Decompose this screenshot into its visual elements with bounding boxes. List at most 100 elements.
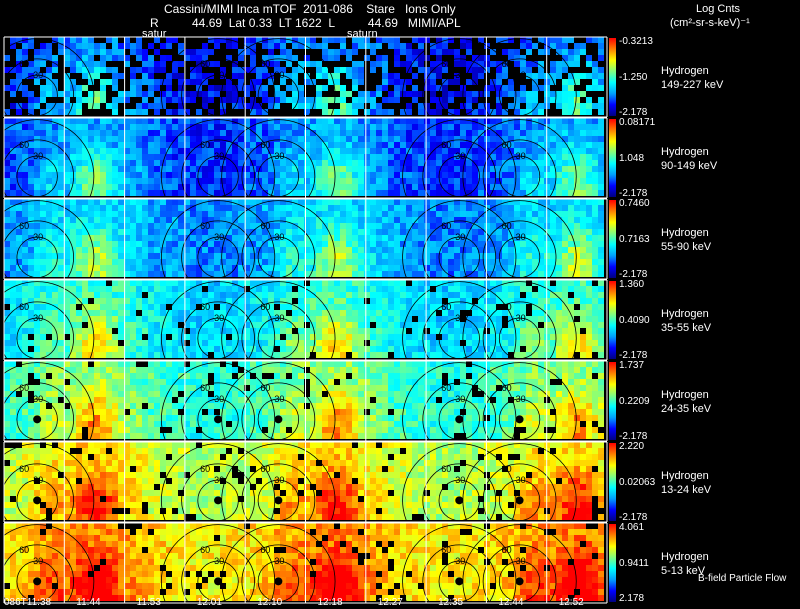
heatmap-cell bbox=[250, 304, 256, 310]
heatmap-cell bbox=[214, 259, 220, 265]
heatmap-cell bbox=[562, 199, 568, 205]
heatmap-cell bbox=[388, 142, 394, 148]
heatmap-cell bbox=[358, 199, 364, 205]
heatmap-cell bbox=[364, 43, 370, 49]
heatmap-cell bbox=[154, 205, 160, 211]
heatmap-cell bbox=[598, 247, 604, 253]
heatmap-cell bbox=[592, 247, 598, 253]
heatmap-cell bbox=[442, 286, 448, 292]
heatmap-cell bbox=[262, 211, 268, 217]
heatmap-cell bbox=[64, 265, 70, 271]
heatmap-cell bbox=[172, 316, 178, 322]
heatmap-cell bbox=[22, 178, 28, 184]
heatmap-cell bbox=[160, 328, 166, 334]
heatmap-cell bbox=[490, 361, 496, 367]
heatmap-cell bbox=[484, 253, 490, 259]
heatmap-cell bbox=[292, 310, 298, 316]
heatmap-cell bbox=[94, 271, 100, 277]
heatmap-cell bbox=[328, 223, 334, 229]
heatmap-cell bbox=[4, 334, 10, 340]
heatmap-cell bbox=[46, 310, 52, 316]
heatmap-cell bbox=[190, 292, 196, 298]
heatmap-cell bbox=[526, 91, 532, 97]
heatmap-cell bbox=[430, 85, 436, 91]
heatmap-cell bbox=[466, 103, 472, 109]
heatmap-cell bbox=[430, 91, 436, 97]
heatmap-cell bbox=[94, 280, 100, 286]
heatmap-cell bbox=[160, 292, 166, 298]
heatmap-cell bbox=[4, 211, 10, 217]
heatmap-cell bbox=[520, 304, 526, 310]
heatmap-cell bbox=[562, 340, 568, 346]
heatmap-cell bbox=[376, 271, 382, 277]
heatmap-cell bbox=[430, 259, 436, 265]
heatmap-cell bbox=[502, 49, 508, 55]
heatmap-cell bbox=[412, 184, 418, 190]
heatmap-cell bbox=[232, 91, 238, 97]
heatmap-cell bbox=[10, 190, 16, 196]
heatmap-cell bbox=[214, 328, 220, 334]
heatmap-cell bbox=[334, 367, 340, 373]
heatmap-cell bbox=[304, 178, 310, 184]
heatmap-cell bbox=[340, 109, 346, 115]
heatmap-cell bbox=[142, 346, 148, 352]
heatmap-cell bbox=[316, 340, 322, 346]
heatmap-cell bbox=[28, 253, 34, 259]
heatmap-cell bbox=[370, 136, 376, 142]
heatmap-cell bbox=[196, 124, 202, 130]
heatmap-cell bbox=[448, 184, 454, 190]
heatmap-cell bbox=[316, 304, 322, 310]
heatmap-cell bbox=[334, 148, 340, 154]
heatmap-cell bbox=[262, 292, 268, 298]
heatmap-cell bbox=[286, 229, 292, 235]
heatmap-cell bbox=[538, 352, 544, 358]
heatmap-cell bbox=[106, 286, 112, 292]
heatmap-cell bbox=[430, 154, 436, 160]
heatmap-cell bbox=[358, 124, 364, 130]
heatmap-cell bbox=[274, 199, 280, 205]
heatmap-cell bbox=[142, 286, 148, 292]
heatmap-cell bbox=[76, 292, 82, 298]
heatmap-cell bbox=[580, 292, 586, 298]
heatmap-cell bbox=[406, 229, 412, 235]
heatmap-cell bbox=[466, 322, 472, 328]
heatmap-cell bbox=[4, 85, 10, 91]
heatmap-cell bbox=[400, 211, 406, 217]
heatmap-cell bbox=[70, 334, 76, 340]
heatmap-cell bbox=[394, 43, 400, 49]
heatmap-cell bbox=[532, 340, 538, 346]
heatmap-cell bbox=[598, 79, 604, 85]
heatmap-cell bbox=[238, 217, 244, 223]
heatmap-cell bbox=[220, 217, 226, 223]
heatmap-cell bbox=[142, 199, 148, 205]
heatmap-cell bbox=[598, 148, 604, 154]
heatmap-cell bbox=[358, 292, 364, 298]
heatmap-cell bbox=[148, 310, 154, 316]
heatmap-cell bbox=[460, 346, 466, 352]
contour-label: 60 bbox=[260, 302, 270, 312]
heatmap-cell bbox=[562, 241, 568, 247]
heatmap-cell bbox=[70, 154, 76, 160]
heatmap-cell bbox=[100, 310, 106, 316]
heatmap-cell bbox=[328, 265, 334, 271]
heatmap-cell bbox=[160, 253, 166, 259]
heatmap-cell bbox=[412, 241, 418, 247]
heatmap-cell bbox=[370, 61, 376, 67]
heatmap-cell bbox=[322, 73, 328, 79]
heatmap-cell bbox=[274, 280, 280, 286]
heatmap-cell bbox=[436, 160, 442, 166]
heatmap-cell bbox=[154, 160, 160, 166]
contour-label: 60 bbox=[200, 302, 210, 312]
heatmap-cell bbox=[442, 43, 448, 49]
heatmap-cell bbox=[262, 91, 268, 97]
heatmap-cell bbox=[376, 334, 382, 340]
heatmap-cell bbox=[532, 334, 538, 340]
heatmap-cell bbox=[424, 229, 430, 235]
heatmap-cell bbox=[16, 190, 22, 196]
heatmap-cell bbox=[520, 37, 526, 43]
heatmap-cell bbox=[142, 178, 148, 184]
heatmap-cell bbox=[520, 130, 526, 136]
heatmap-cell bbox=[454, 205, 460, 211]
heatmap-cell bbox=[394, 160, 400, 166]
heatmap-cell bbox=[232, 253, 238, 259]
